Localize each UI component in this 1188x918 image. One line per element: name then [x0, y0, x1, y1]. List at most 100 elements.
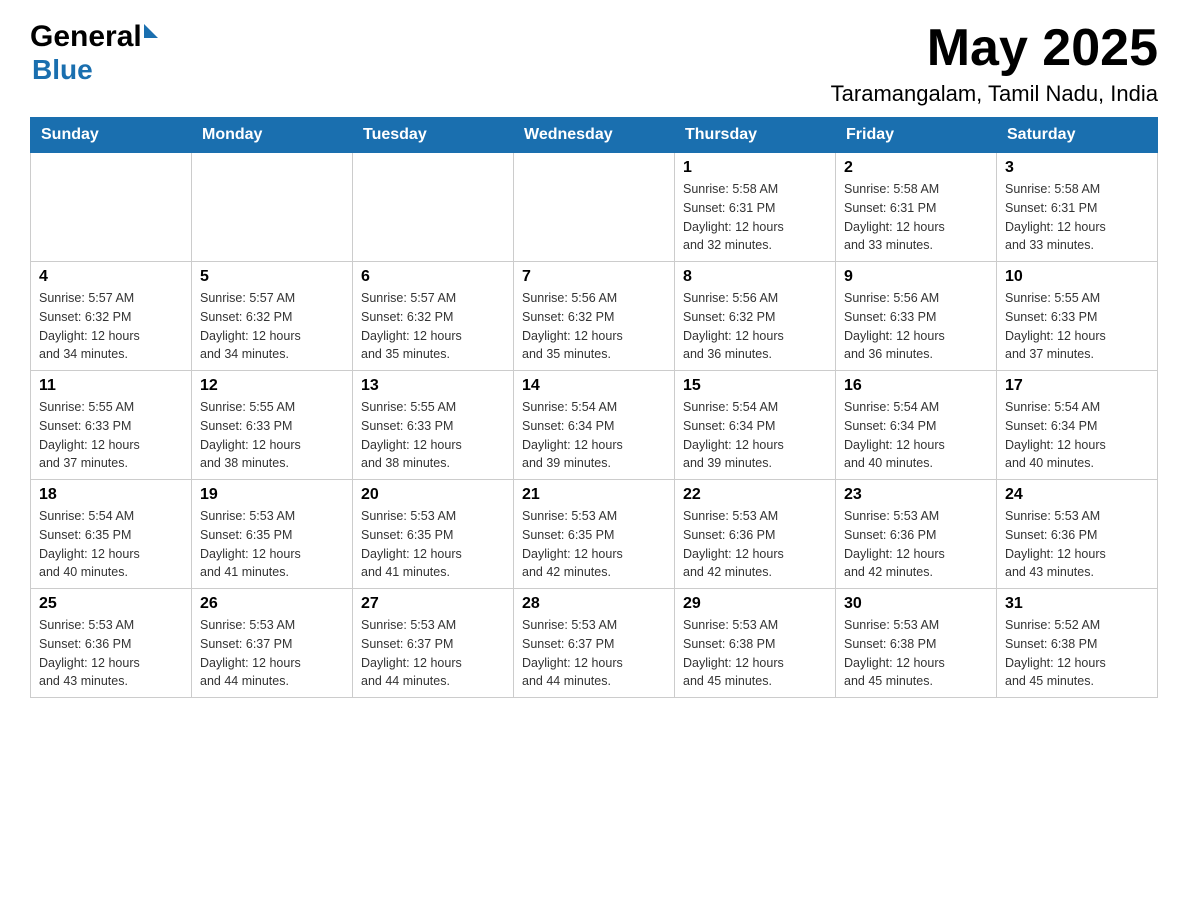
calendar-table: SundayMondayTuesdayWednesdayThursdayFrid…	[30, 117, 1158, 698]
day-number: 20	[361, 486, 505, 504]
calendar-day-25: 25 Sunrise: 5:53 AM Sunset: 6:36 PM Dayli…	[31, 589, 192, 698]
day-number: 7	[522, 268, 666, 286]
calendar-day-3: 3Sunrise: 5:58 AM Sunset: 6:31 PM Daylig…	[997, 153, 1158, 262]
day-number: 16	[844, 377, 988, 395]
day-number: 1	[683, 159, 827, 177]
calendar-day-4: 4 Sunrise: 5:57 AM Sunset: 6:32 PM Daylig…	[31, 262, 192, 371]
calendar-header-thursday: Thursday	[675, 118, 836, 153]
calendar-week-row: 18 Sunrise: 5:54 AM Sunset: 6:35 PM Dayli…	[31, 480, 1158, 589]
calendar-header-tuesday: Tuesday	[353, 118, 514, 153]
title-section: May 2025 Taramangalam, Tamil Nadu, India	[831, 20, 1158, 107]
logo-triangle-icon	[144, 24, 158, 38]
calendar-header-friday: Friday	[836, 118, 997, 153]
calendar-empty-cell	[192, 153, 353, 262]
day-info: Sunrise: 5:54 AM Sunset: 6:34 PM Dayligh…	[683, 398, 827, 473]
calendar-day-5: 5Sunrise: 5:57 AM Sunset: 6:32 PM Daylig…	[192, 262, 353, 371]
day-info: Sunrise: 5:53 AM Sunset: 6:37 PM Dayligh…	[522, 616, 666, 691]
subtitle: Taramangalam, Tamil Nadu, India	[831, 81, 1158, 107]
calendar-header-monday: Monday	[192, 118, 353, 153]
calendar-day-1: 1Sunrise: 5:58 AM Sunset: 6:31 PM Daylig…	[675, 153, 836, 262]
day-number: 12	[200, 377, 344, 395]
calendar-day-31: 31 Sunrise: 5:52 AM Sunset: 6:38 PM Dayli…	[997, 589, 1158, 698]
calendar-day-18: 18 Sunrise: 5:54 AM Sunset: 6:35 PM Dayli…	[31, 480, 192, 589]
calendar-day-8: 8 Sunrise: 5:56 AM Sunset: 6:32 PM Daylig…	[675, 262, 836, 371]
calendar-day-2: 2 Sunrise: 5:58 AM Sunset: 6:31 PM Daylig…	[836, 153, 997, 262]
main-title: May 2025	[831, 20, 1158, 77]
calendar-day-17: 17 Sunrise: 5:54 AM Sunset: 6:34 PM Dayli…	[997, 371, 1158, 480]
calendar-week-row: 4 Sunrise: 5:57 AM Sunset: 6:32 PM Daylig…	[31, 262, 1158, 371]
day-number: 24	[1005, 486, 1149, 504]
day-info: Sunrise: 5:53 AM Sunset: 6:35 PM Dayligh…	[361, 507, 505, 582]
calendar-header-saturday: Saturday	[997, 118, 1158, 153]
calendar-day-27: 27Sunrise: 5:53 AM Sunset: 6:37 PM Dayli…	[353, 589, 514, 698]
day-number: 22	[683, 486, 827, 504]
day-number: 30	[844, 595, 988, 613]
calendar-day-14: 14 Sunrise: 5:54 AM Sunset: 6:34 PM Dayli…	[514, 371, 675, 480]
day-number: 15	[683, 377, 827, 395]
calendar-day-29: 29 Sunrise: 5:53 AM Sunset: 6:38 PM Dayli…	[675, 589, 836, 698]
day-info: Sunrise: 5:55 AM Sunset: 6:33 PM Dayligh…	[200, 398, 344, 473]
day-info: Sunrise: 5:54 AM Sunset: 6:35 PM Dayligh…	[39, 507, 183, 582]
day-number: 4	[39, 268, 183, 286]
calendar-day-30: 30 Sunrise: 5:53 AM Sunset: 6:38 PM Dayli…	[836, 589, 997, 698]
day-number: 18	[39, 486, 183, 504]
calendar-day-26: 26Sunrise: 5:53 AM Sunset: 6:37 PM Dayli…	[192, 589, 353, 698]
day-info: Sunrise: 5:57 AM Sunset: 6:32 PM Dayligh…	[39, 289, 183, 364]
day-info: Sunrise: 5:52 AM Sunset: 6:38 PM Dayligh…	[1005, 616, 1149, 691]
day-number: 31	[1005, 595, 1149, 613]
calendar-day-12: 12 Sunrise: 5:55 AM Sunset: 6:33 PM Dayli…	[192, 371, 353, 480]
calendar-day-11: 11Sunrise: 5:55 AM Sunset: 6:33 PM Dayli…	[31, 371, 192, 480]
logo-text-blue: Blue	[32, 54, 93, 86]
calendar-header-wednesday: Wednesday	[514, 118, 675, 153]
day-info: Sunrise: 5:53 AM Sunset: 6:36 PM Dayligh…	[844, 507, 988, 582]
calendar-header-sunday: Sunday	[31, 118, 192, 153]
day-info: Sunrise: 5:54 AM Sunset: 6:34 PM Dayligh…	[522, 398, 666, 473]
day-info: Sunrise: 5:58 AM Sunset: 6:31 PM Dayligh…	[844, 180, 988, 255]
calendar-day-21: 21 Sunrise: 5:53 AM Sunset: 6:35 PM Dayli…	[514, 480, 675, 589]
logo-text-general: General	[30, 20, 142, 54]
calendar-day-7: 7 Sunrise: 5:56 AM Sunset: 6:32 PM Daylig…	[514, 262, 675, 371]
calendar-empty-cell	[31, 153, 192, 262]
calendar-day-13: 13 Sunrise: 5:55 AM Sunset: 6:33 PM Dayli…	[353, 371, 514, 480]
calendar-day-6: 6Sunrise: 5:57 AM Sunset: 6:32 PM Daylig…	[353, 262, 514, 371]
calendar-day-28: 28Sunrise: 5:53 AM Sunset: 6:37 PM Dayli…	[514, 589, 675, 698]
day-info: Sunrise: 5:55 AM Sunset: 6:33 PM Dayligh…	[39, 398, 183, 473]
calendar-day-23: 23Sunrise: 5:53 AM Sunset: 6:36 PM Dayli…	[836, 480, 997, 589]
logo: General Blue	[30, 20, 158, 86]
day-number: 29	[683, 595, 827, 613]
day-number: 17	[1005, 377, 1149, 395]
day-info: Sunrise: 5:53 AM Sunset: 6:38 PM Dayligh…	[844, 616, 988, 691]
day-info: Sunrise: 5:53 AM Sunset: 6:37 PM Dayligh…	[200, 616, 344, 691]
day-number: 2	[844, 159, 988, 177]
day-info: Sunrise: 5:56 AM Sunset: 6:32 PM Dayligh…	[522, 289, 666, 364]
day-number: 19	[200, 486, 344, 504]
calendar-day-10: 10 Sunrise: 5:55 AM Sunset: 6:33 PM Dayli…	[997, 262, 1158, 371]
day-number: 10	[1005, 268, 1149, 286]
calendar-header-row: SundayMondayTuesdayWednesdayThursdayFrid…	[31, 118, 1158, 153]
day-number: 13	[361, 377, 505, 395]
day-info: Sunrise: 5:56 AM Sunset: 6:33 PM Dayligh…	[844, 289, 988, 364]
calendar-empty-cell	[353, 153, 514, 262]
day-info: Sunrise: 5:55 AM Sunset: 6:33 PM Dayligh…	[1005, 289, 1149, 364]
day-info: Sunrise: 5:53 AM Sunset: 6:36 PM Dayligh…	[683, 507, 827, 582]
page-header: General Blue May 2025 Taramangalam, Tami…	[30, 20, 1158, 107]
day-number: 5	[200, 268, 344, 286]
calendar-day-16: 16Sunrise: 5:54 AM Sunset: 6:34 PM Dayli…	[836, 371, 997, 480]
day-number: 14	[522, 377, 666, 395]
calendar-week-row: 25 Sunrise: 5:53 AM Sunset: 6:36 PM Dayli…	[31, 589, 1158, 698]
day-number: 25	[39, 595, 183, 613]
day-info: Sunrise: 5:53 AM Sunset: 6:35 PM Dayligh…	[522, 507, 666, 582]
calendar-day-15: 15 Sunrise: 5:54 AM Sunset: 6:34 PM Dayli…	[675, 371, 836, 480]
day-info: Sunrise: 5:53 AM Sunset: 6:36 PM Dayligh…	[39, 616, 183, 691]
day-info: Sunrise: 5:55 AM Sunset: 6:33 PM Dayligh…	[361, 398, 505, 473]
day-info: Sunrise: 5:57 AM Sunset: 6:32 PM Dayligh…	[361, 289, 505, 364]
day-number: 3	[1005, 159, 1149, 177]
day-number: 8	[683, 268, 827, 286]
calendar-day-20: 20 Sunrise: 5:53 AM Sunset: 6:35 PM Dayli…	[353, 480, 514, 589]
calendar-week-row: 1 Sunrise: 5:58 AM Sunset: 6:31 PM Daylig…	[31, 153, 1158, 262]
day-number: 21	[522, 486, 666, 504]
day-info: Sunrise: 5:53 AM Sunset: 6:38 PM Dayligh…	[683, 616, 827, 691]
day-info: Sunrise: 5:56 AM Sunset: 6:32 PM Dayligh…	[683, 289, 827, 364]
calendar-day-19: 19Sunrise: 5:53 AM Sunset: 6:35 PM Dayli…	[192, 480, 353, 589]
day-info: Sunrise: 5:54 AM Sunset: 6:34 PM Dayligh…	[1005, 398, 1149, 473]
